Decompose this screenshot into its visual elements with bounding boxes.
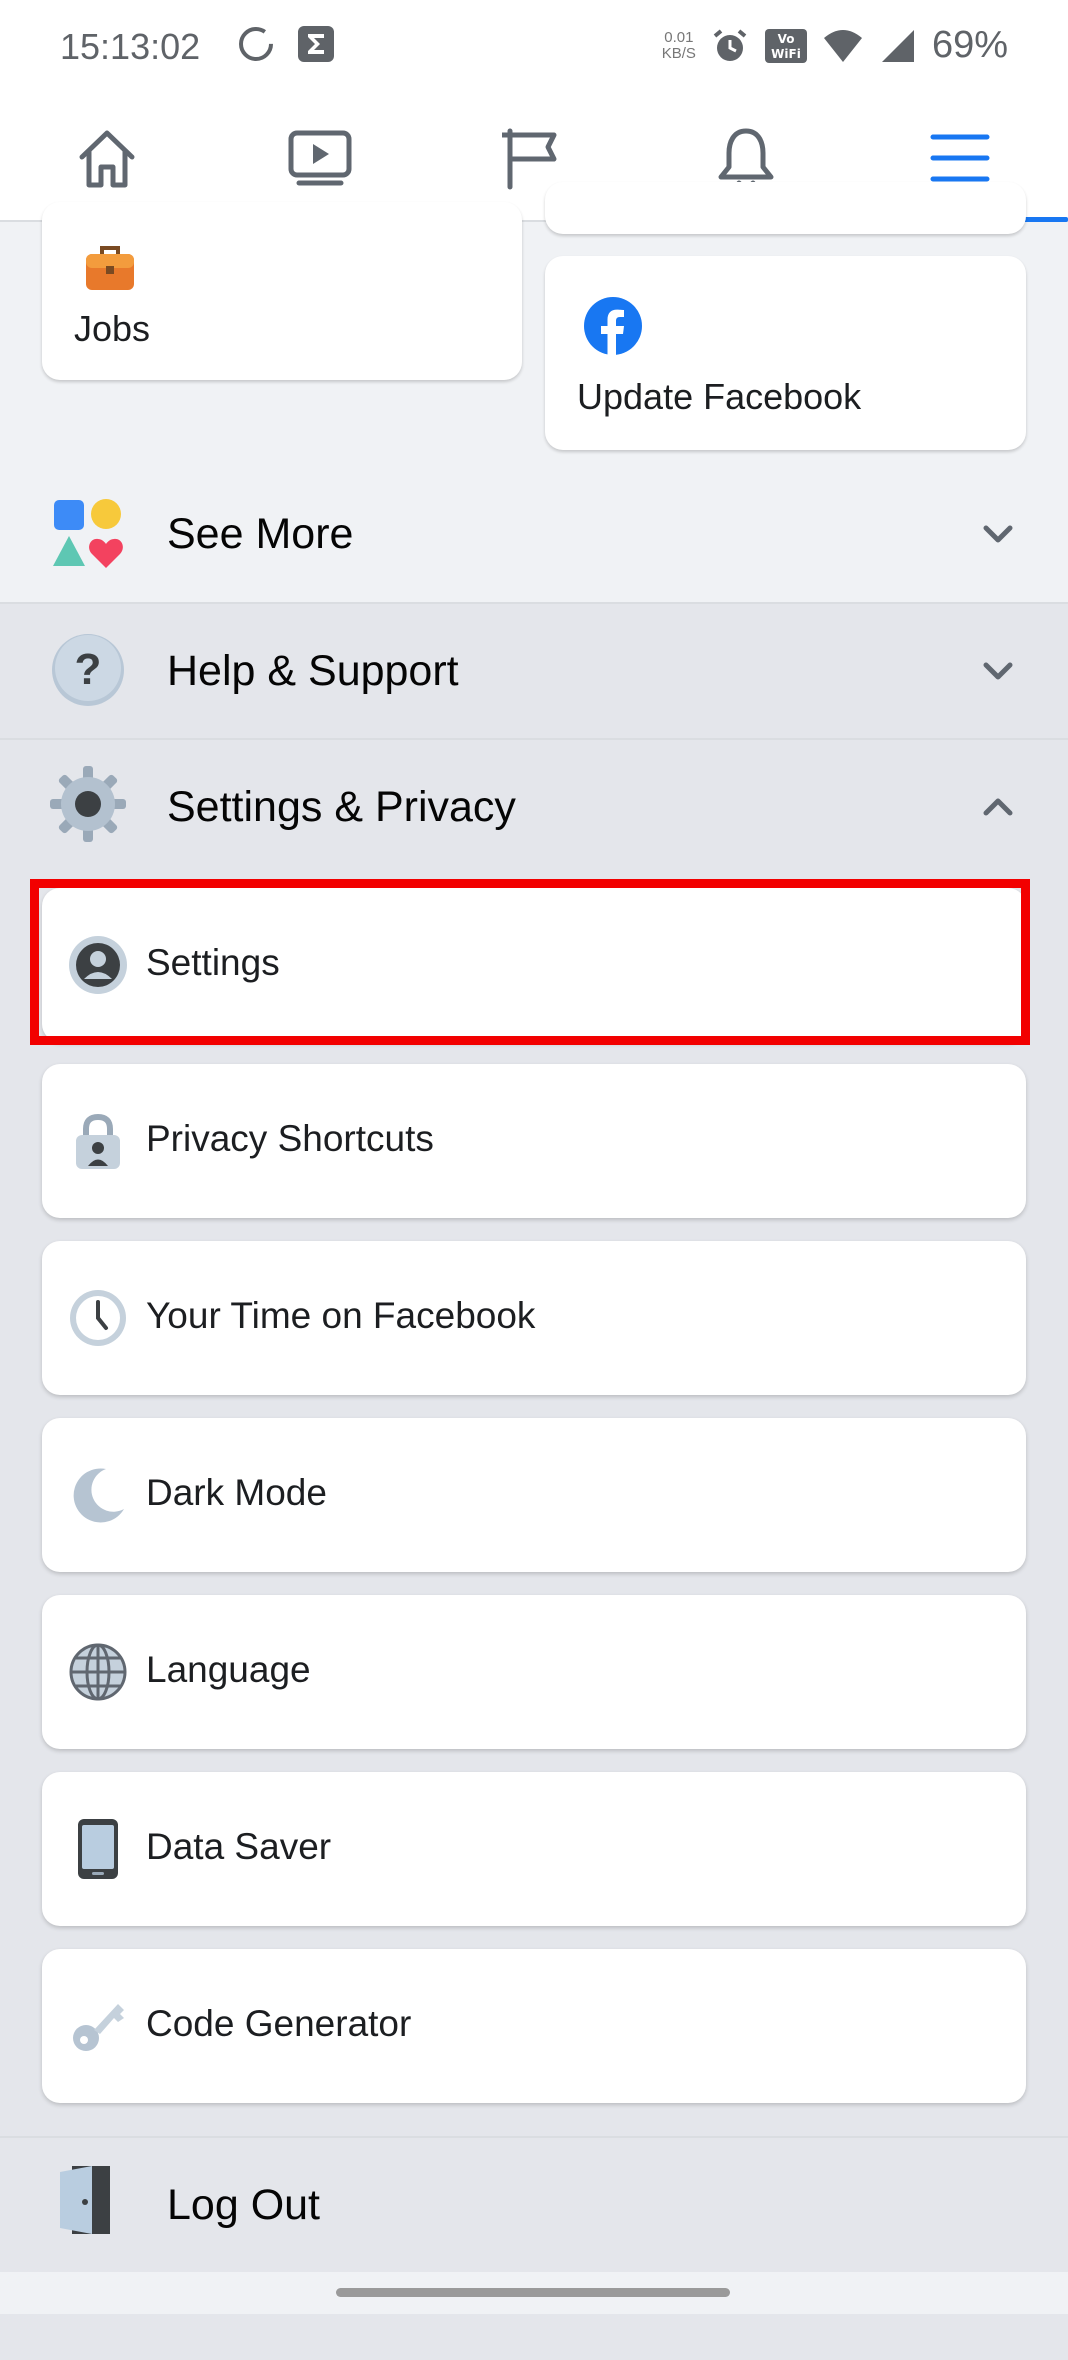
briefcase-icon [86,246,134,290]
log-out-label: Log Out [167,2180,320,2229]
key-icon [73,2004,124,2051]
clock-icon [70,1290,126,1346]
signal-icon [881,29,914,62]
settings-item-label: Privacy Shortcuts [146,1118,434,1159]
video-icon [288,130,351,186]
status-time: 15:13:02 [60,26,201,67]
settings-item-data-saver[interactable]: Data Saver [42,1772,1026,1926]
settings-item-label: Data Saver [146,1826,332,1867]
facebook-logo-icon [584,297,642,355]
lock-icon [76,1113,120,1169]
sigma-icon [298,26,334,62]
see-more-row[interactable]: See More [0,466,1068,602]
log-out-row[interactable]: Log Out [0,2138,1068,2272]
settings-item-settings[interactable]: Settings [42,888,1026,1042]
help-support-row[interactable]: ? Help & Support [0,604,1068,738]
chevron-up-icon [983,798,1013,816]
alarm-icon [713,28,747,61]
settings-item-language[interactable]: Language [42,1595,1026,1749]
svg-text:WiFi: WiFi [771,47,801,61]
settings-item-label: Dark Mode [146,1472,327,1513]
settings-privacy-row[interactable]: Settings & Privacy [0,740,1068,874]
globe-icon [69,1643,127,1701]
sync-icon [239,27,273,61]
battery-level: 69% [931,24,1008,66]
door-icon [60,2166,110,2234]
settings-item-your-time[interactable]: Your Time on Facebook [42,1241,1026,1395]
chevron-down-icon [983,525,1013,543]
menu-content: Jobs Update Facebook See More ? Help & S… [0,182,1068,2360]
svg-text:Vo: Vo [778,32,795,46]
settings-item-privacy-shortcuts[interactable]: Privacy Shortcuts [42,1064,1026,1218]
settings-item-label: Your Time on Facebook [146,1295,536,1336]
settings-item-label: Language [146,1649,311,1690]
shapes-icon [53,499,123,568]
shortcut-update-facebook[interactable]: Update Facebook [545,256,1026,450]
moon-icon [73,1468,124,1523]
vowifi-icon: VoWiFi [764,28,807,63]
settings-item-label: Code Generator [146,2003,412,2044]
settings-item-code-generator[interactable]: Code Generator [42,1949,1026,2103]
status-bar: 15:13:02 0.01 KB/S Vo WiFi 69% [0,0,1068,96]
svg-text:?: ? [75,645,102,694]
wifi-icon [823,29,862,62]
home-icon [79,130,134,188]
see-more-label: See More [167,509,354,558]
chevron-down-icon [983,662,1013,680]
shortcut-card-partial[interactable] [545,182,1026,234]
shortcut-jobs[interactable]: Jobs [42,202,522,380]
account-icon [69,936,127,994]
phone-icon [78,1819,118,1879]
shortcut-update-label: Update Facebook [577,376,862,417]
help-support-label: Help & Support [167,646,459,695]
settings-privacy-label: Settings & Privacy [167,782,516,831]
network-speed: 0.01 KB/S [661,28,696,62]
home-indicator[interactable] [336,2288,730,2297]
settings-item-dark-mode[interactable]: Dark Mode [42,1418,1026,1572]
help-icon: ? [52,634,124,706]
gear-icon [50,766,126,842]
shortcut-jobs-label: Jobs [74,308,151,349]
settings-item-label: Settings [146,942,280,983]
